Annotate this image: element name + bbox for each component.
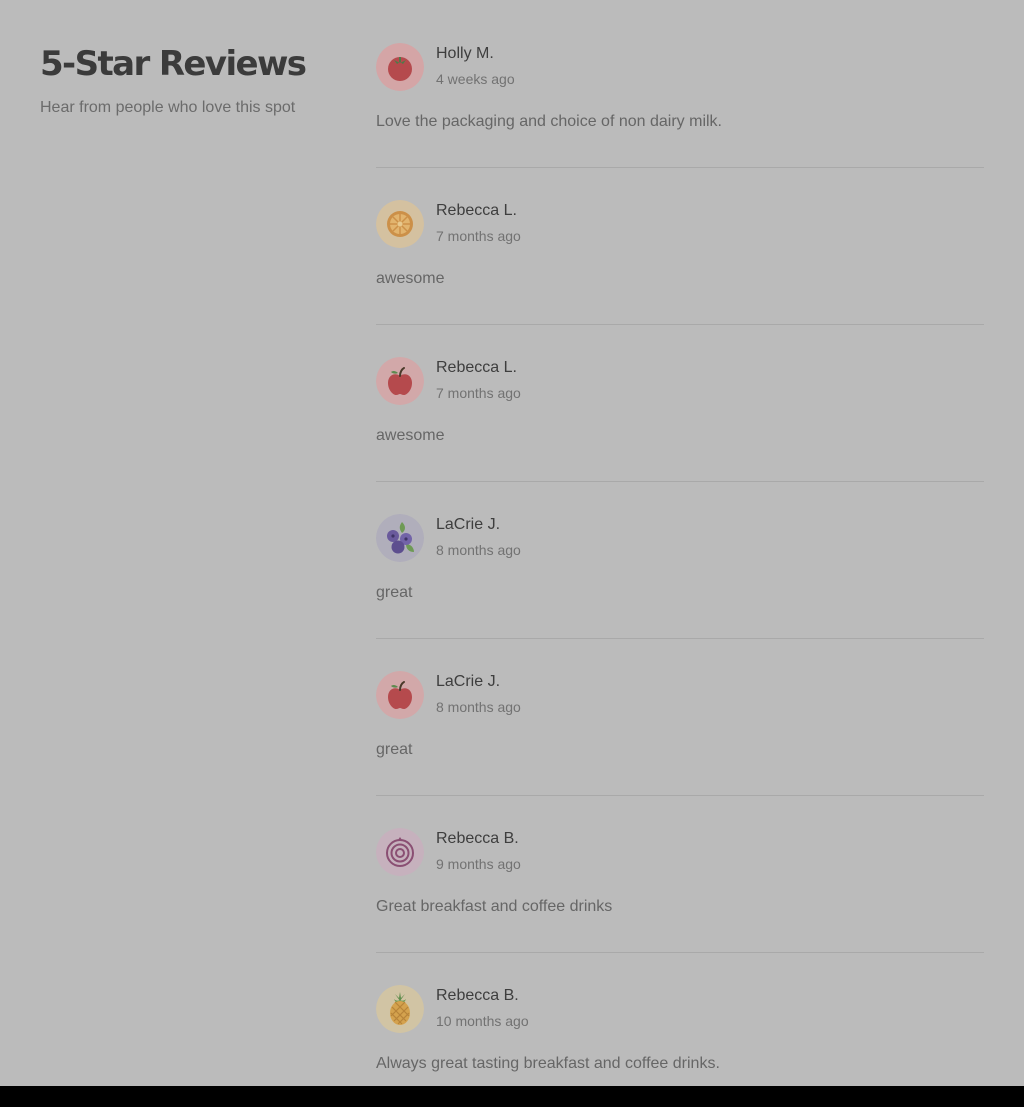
review-text: awesome	[376, 270, 445, 287]
orange-slice-icon	[376, 200, 424, 248]
review-text: Great breakfast and coffee drinks	[376, 898, 613, 915]
apple-icon	[376, 671, 424, 719]
reviewer-name: Rebecca L.	[436, 202, 517, 219]
review-time: 8 months ago	[436, 542, 521, 558]
review-text: awesome	[376, 427, 445, 444]
review-time: 7 months ago	[436, 228, 521, 244]
reviewer-name: Rebecca B.	[436, 830, 519, 847]
page-subtitle: Hear from people who love this spot	[40, 99, 296, 116]
reviewer-name: LaCrie J.	[436, 673, 501, 690]
reviewer-name: Rebecca L.	[436, 359, 517, 376]
reviews-intro: 5-Star Reviews Hear from people who love…	[40, 40, 340, 118]
review-item: LaCrie J. 8 months ago great	[376, 471, 984, 639]
apple-icon	[376, 357, 424, 405]
review-time: 9 months ago	[436, 856, 521, 872]
review-item: Rebecca B. 9 months ago Great breakfast …	[376, 785, 984, 953]
review-time: 7 months ago	[436, 385, 521, 401]
reviewer-name: LaCrie J.	[436, 516, 501, 533]
review-time: 10 months ago	[436, 1013, 529, 1029]
review-item: Rebecca L. 7 months ago awesome	[376, 314, 984, 482]
tomato-icon	[376, 43, 424, 91]
review-text: great	[376, 584, 413, 601]
review-item: Rebecca L. 7 months ago awesome	[376, 157, 984, 325]
reviews-page: 5-Star Reviews Hear from people who love…	[0, 0, 1024, 1086]
reviewer-name: Holly M.	[436, 45, 494, 62]
blueberries-icon	[376, 514, 424, 562]
onion-icon	[376, 828, 424, 876]
reviewer-name: Rebecca B.	[436, 987, 519, 1004]
review-text: Always great tasting breakfast and coffe…	[376, 1055, 720, 1072]
review-item: Holly M. 4 weeks ago Love the packaging …	[376, 0, 984, 168]
pineapple-icon	[376, 985, 424, 1033]
review-item: LaCrie J. 8 months ago great	[376, 628, 984, 796]
review-time: 8 months ago	[436, 699, 521, 715]
review-text: great	[376, 741, 413, 758]
review-item: Rebecca B. 10 months ago Always great ta…	[376, 942, 984, 1086]
page-title: 5-Star Reviews	[40, 44, 307, 84]
review-time: 4 weeks ago	[436, 71, 515, 87]
review-text: Love the packaging and choice of non dai…	[376, 113, 722, 130]
